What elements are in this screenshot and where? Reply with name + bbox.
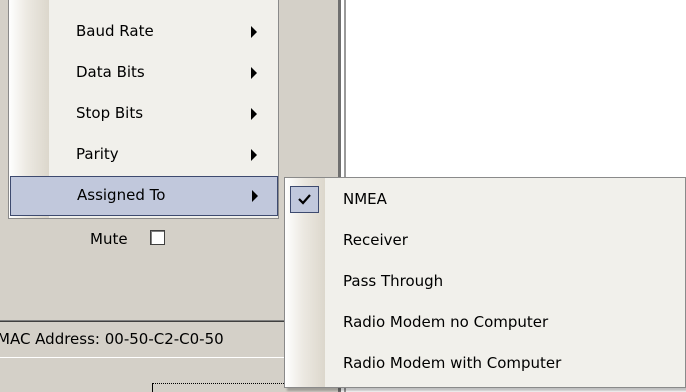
context-menu: Baud Rate Data Bits Stop Bits Parity Ass… — [8, 0, 279, 219]
submenu-arrow-icon — [251, 149, 257, 161]
submenu-item-radio-modem-no-computer[interactable]: Radio Modem no Computer — [285, 301, 685, 342]
menu-item-data-bits[interactable]: Data Bits — [10, 53, 278, 93]
menu-item-label: Baud Rate — [76, 22, 154, 40]
submenu-item-label: Receiver — [343, 231, 408, 249]
menu-item-label: Parity — [76, 145, 119, 163]
submenu-arrow-icon — [252, 190, 258, 202]
submenu-item-label: Radio Modem no Computer — [343, 313, 549, 331]
submenu-item-radio-modem-with-computer[interactable]: Radio Modem with Computer — [285, 342, 685, 383]
menu-item-stop-bits[interactable]: Stop Bits — [10, 94, 278, 134]
menu-item-baud-rate[interactable]: Baud Rate — [10, 12, 278, 52]
checkmark-icon — [290, 186, 319, 213]
assigned-to-submenu: NMEA Receiver Pass Through Radio Modem n… — [284, 177, 686, 388]
focus-outline — [152, 383, 284, 392]
menu-item-assigned-to[interactable]: Assigned To — [10, 176, 278, 216]
submenu-arrow-icon — [251, 108, 257, 120]
submenu-arrow-icon — [251, 26, 257, 38]
mac-address-text: MAC Address: 00-50-C2-C0-50 — [0, 330, 224, 348]
mute-label: Mute — [90, 230, 128, 248]
menu-item-label: Assigned To — [77, 186, 166, 204]
submenu-item-label: Radio Modem with Computer — [343, 354, 562, 372]
submenu-item-receiver[interactable]: Receiver — [285, 219, 685, 260]
status-bar: MAC Address: 00-50-C2-C0-50 — [0, 320, 284, 358]
menu-item-label: Data Bits — [76, 63, 145, 81]
menu-item-parity[interactable]: Parity — [10, 135, 278, 175]
submenu-arrow-icon — [251, 67, 257, 79]
submenu-item-label: NMEA — [343, 190, 387, 208]
menu-item-label: Stop Bits — [76, 104, 144, 122]
submenu-item-nmea[interactable]: NMEA — [285, 178, 685, 219]
submenu-item-pass-through[interactable]: Pass Through — [285, 260, 685, 301]
submenu-item-label: Pass Through — [343, 272, 444, 290]
mute-checkbox[interactable] — [150, 230, 165, 245]
